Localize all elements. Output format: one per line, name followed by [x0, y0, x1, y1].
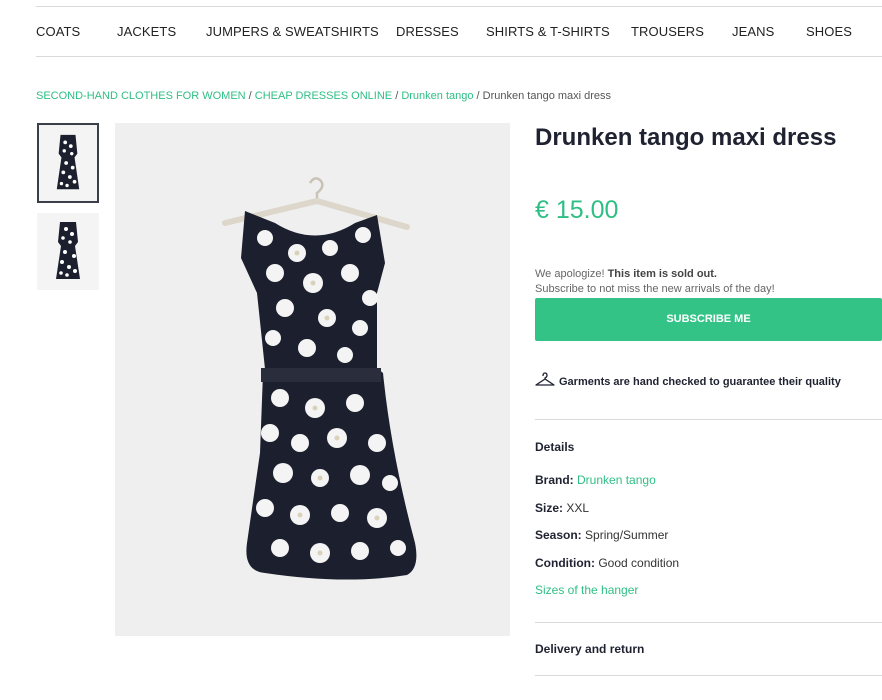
sold-out-apology: We apologize!: [535, 268, 608, 280]
divider: [535, 622, 882, 623]
quality-guarantee-text: Garments are hand checked to guarantee t…: [559, 376, 841, 388]
detail-size-value: XXL: [566, 501, 590, 515]
nav-item-dresses[interactable]: DRESSES: [396, 24, 459, 39]
nav-item-shoes[interactable]: SHOES: [806, 24, 852, 39]
sold-out-notice: This item is sold out.: [607, 268, 717, 280]
divider: [535, 419, 882, 420]
detail-brand-label: Brand:: [535, 473, 574, 487]
breadcrumb-current: Drunken tango maxi dress: [482, 90, 612, 102]
delivery-return-heading[interactable]: Delivery and return: [535, 642, 644, 656]
product-price: € 15.00: [535, 196, 619, 224]
detail-size-label: Size:: [535, 501, 564, 515]
breadcrumb-link-dresses[interactable]: CHEAP DRESSES ONLINE: [255, 90, 392, 102]
nav-item-shirts-tshirts[interactable]: SHIRTS & T-SHIRTS: [486, 24, 610, 39]
nav-item-coats[interactable]: COATS: [36, 24, 80, 39]
detail-season-value: Spring/Summer: [585, 528, 669, 542]
breadcrumb-separator: /: [473, 90, 483, 102]
hanger-icon: [535, 372, 555, 386]
dress-thumbnail-image: [39, 125, 97, 201]
category-nav: COATS JACKETS JUMPERS & SWEATSHIRTS DRES…: [36, 6, 882, 57]
divider: [535, 675, 882, 676]
dress-thumbnail-image: [37, 213, 99, 290]
nav-item-jackets[interactable]: JACKETS: [117, 24, 176, 39]
subscribe-button[interactable]: SUBSCRIBE ME: [535, 298, 882, 341]
detail-condition-label: Condition:: [535, 556, 595, 570]
detail-size: Size: XXL: [535, 501, 589, 515]
detail-condition-value: Good condition: [598, 556, 680, 570]
subscribe-hint: Subscribe to not miss the new arrivals o…: [535, 283, 775, 295]
breadcrumb-separator: /: [245, 90, 255, 102]
product-thumbnail-front[interactable]: [37, 123, 99, 203]
breadcrumb-link-brand[interactable]: Drunken tango: [401, 90, 473, 102]
hanger-sizes-link[interactable]: Sizes of the hanger: [535, 583, 638, 597]
breadcrumb: SECOND-HAND CLOTHES FOR WOMEN / CHEAP DR…: [36, 90, 611, 102]
detail-brand: Brand: Drunken tango: [535, 473, 656, 487]
breadcrumb-separator: /: [392, 90, 402, 102]
product-title: Drunken tango maxi dress: [535, 124, 837, 151]
detail-condition: Condition: Good condition: [535, 556, 679, 570]
nav-item-jeans[interactable]: JEANS: [732, 24, 774, 39]
product-main-image[interactable]: [115, 123, 510, 636]
detail-season-label: Season:: [535, 528, 582, 542]
nav-item-trousers[interactable]: TROUSERS: [631, 24, 704, 39]
nav-item-jumpers-sweatshirts[interactable]: JUMPERS & SWEATSHIRTS: [206, 24, 379, 39]
dress-photo: [115, 123, 510, 636]
detail-season: Season: Spring/Summer: [535, 528, 668, 542]
sold-out-message: We apologize! This item is sold out. Sub…: [535, 267, 775, 297]
detail-brand-link[interactable]: Drunken tango: [577, 473, 656, 487]
product-thumbnail-back[interactable]: [37, 213, 99, 290]
breadcrumb-link-women[interactable]: SECOND-HAND CLOTHES FOR WOMEN: [36, 90, 246, 102]
details-heading: Details: [535, 440, 575, 454]
